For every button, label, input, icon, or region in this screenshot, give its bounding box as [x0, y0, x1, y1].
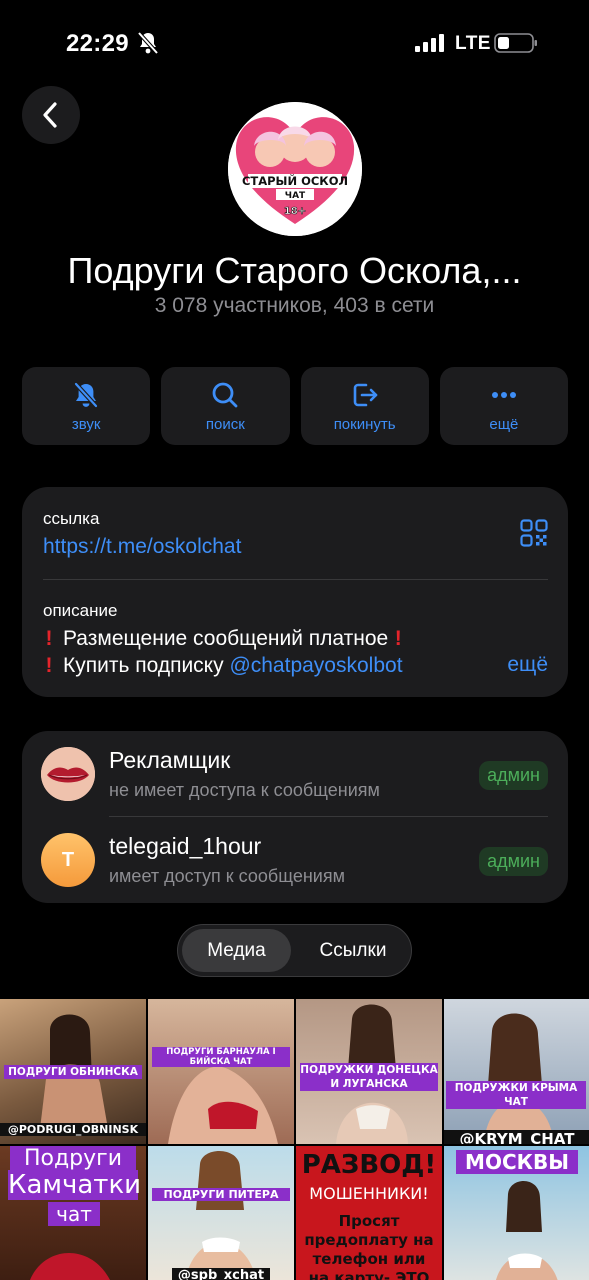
media-caption: ПОДРУГИ БАРНАУЛА І БИЙСКА ЧАТ [152, 1047, 290, 1067]
search-icon [212, 382, 238, 407]
avatar-text-2: ЧАТ [285, 191, 306, 201]
link-label: ссылка [43, 509, 100, 528]
admin-name: telegaid_1hour [109, 833, 262, 859]
media-tile[interactable]: ПОДРУГИ ПИТЕРА @spb_xchat [148, 1146, 294, 1280]
media-tile[interactable]: ПОДРУГИ ОБНИНСКА @PODRUGI_OBNINSK [0, 999, 146, 1144]
media-caption: Просят предоплату на телефон или на карт… [304, 1212, 434, 1280]
search-label: поиск [205, 415, 245, 433]
status-time: 22:29 [66, 30, 129, 57]
chat-avatar[interactable]: СТАРЫЙ ОСКОЛ ЧАТ 18+ [228, 102, 362, 236]
lips-image [41, 747, 95, 801]
mute-button[interactable]: звук [22, 367, 151, 445]
avatar-text-3: 18+ [284, 206, 306, 217]
media-caption: @spb_xchat [172, 1268, 270, 1280]
description-line-2: ! Купить подписку @chatpayoskolbot [39, 654, 403, 678]
exclamation-icon: ! [394, 627, 402, 650]
more-label: ещё [489, 415, 519, 433]
divider [43, 579, 548, 580]
bell-off-icon [137, 31, 159, 55]
admins-card: Рекламщик не имеет доступа к сообщениям … [22, 731, 568, 903]
more-button[interactable]: ещё [439, 367, 568, 445]
media-tile[interactable]: РАЗВОД! МОШЕННИКИ! Просят предоплату на … [296, 1146, 442, 1280]
media-caption: @KRYM_CHAT [444, 1130, 589, 1144]
media-caption: ПОДРУГИ ОБНИНСКА [4, 1065, 142, 1079]
media-tile[interactable]: ПОДРУГИ БАРНАУЛА І БИЙСКА ЧАТ [148, 999, 294, 1144]
leave-icon [353, 383, 377, 406]
media-image [168, 1066, 278, 1144]
network-type: LTE [455, 33, 491, 54]
chat-avatar-image: СТАРЫЙ ОСКОЛ ЧАТ 18+ [228, 102, 362, 236]
admin-status: не имеет доступа к сообщениям [109, 780, 380, 800]
info-card: ссылка https://t.me/oskolchat описание !… [22, 487, 568, 697]
media-caption: ПОДРУЖКИ КРЫМА ЧАТ [446, 1081, 586, 1109]
qr-code-icon[interactable] [520, 519, 548, 547]
media-tabs: Медиа Ссылки [177, 924, 412, 977]
media-caption: РАЗВОД! [301, 1150, 437, 1180]
media-image [484, 1013, 554, 1144]
invite-link[interactable]: https://t.me/oskolchat [43, 535, 241, 559]
admin-row[interactable]: T telegaid_1hour имеет доступ к сообщени… [22, 817, 568, 903]
description-label: описание [43, 601, 118, 620]
admin-name: Рекламщик [109, 747, 231, 773]
signal-icon [415, 34, 444, 52]
tab-links[interactable]: Ссылки [298, 929, 408, 972]
back-button[interactable] [22, 86, 80, 144]
admin-badge: админ [479, 847, 548, 876]
admin-status: имеет доступ к сообщениям [109, 866, 345, 886]
media-tile[interactable]: МОСКВЫ [444, 1146, 589, 1280]
exclamation-icon: ! [45, 627, 53, 650]
tab-media[interactable]: Медиа [182, 929, 291, 972]
description-more-link[interactable]: ещё [507, 653, 548, 677]
mute-label: звук [71, 415, 101, 433]
media-tile[interactable]: Подруги Камчатки чат [0, 1146, 146, 1280]
media-caption: ПОДРУГИ ПИТЕРА [152, 1188, 290, 1201]
action-bar: звук поиск покинуть ещё [22, 367, 568, 445]
leave-label: покинуть [333, 415, 396, 433]
avatar-text-1: СТАРЫЙ ОСКОЛ [242, 173, 348, 188]
admin-row[interactable]: Рекламщик не имеет доступа к сообщениям … [22, 731, 568, 817]
chat-subtitle: 3 078 участников, 403 в сети [154, 294, 435, 317]
exclamation-icon: ! [45, 654, 53, 677]
media-tile[interactable]: ПОДРУЖКИ КРЫМА ЧАТ @KRYM_CHAT [444, 999, 589, 1144]
avatar-initial: T [61, 848, 75, 871]
media-caption: ПОДРУЖКИ ДОНЕЦКА И ЛУГАНСКА [300, 1063, 438, 1091]
media-caption: @PODRUGI_OBNINSK [0, 1123, 146, 1136]
chevron-left-icon [43, 102, 57, 128]
chat-title: Подруги Старого Оскола,... [67, 250, 522, 291]
media-caption: Камчатки [8, 1170, 142, 1200]
media-tile[interactable]: ПОДРУЖКИ ДОНЕЦКА И ЛУГАНСКА [296, 999, 442, 1144]
status-bar: 22:29 LTE [0, 0, 589, 88]
media-caption: Подруги [10, 1146, 136, 1171]
description-text-2: Купить подписку [63, 654, 230, 677]
media-image [185, 1150, 257, 1280]
search-button[interactable]: поиск [161, 367, 290, 445]
battery-icon [494, 33, 537, 53]
admin-badge: админ [479, 761, 548, 790]
more-icon [491, 391, 516, 398]
mention-link[interactable]: @chatpayoskolbot [229, 654, 402, 677]
media-caption: МОШЕННИКИ! [309, 1184, 429, 1203]
avatar [41, 747, 95, 801]
description-text-1: Размещение сообщений платное [63, 627, 389, 650]
leave-button[interactable]: покинуть [300, 367, 429, 445]
description-line-1: ! Размещение сообщений платное! [39, 627, 412, 651]
media-caption: МОСКВЫ [456, 1150, 578, 1174]
bell-off-icon [74, 381, 98, 408]
media-caption: чат [48, 1202, 100, 1226]
media-grid: ПОДРУГИ ОБНИНСКА @PODRUGI_OBNINSK ПОДРУГ… [0, 999, 589, 1280]
avatar: T [41, 833, 95, 887]
